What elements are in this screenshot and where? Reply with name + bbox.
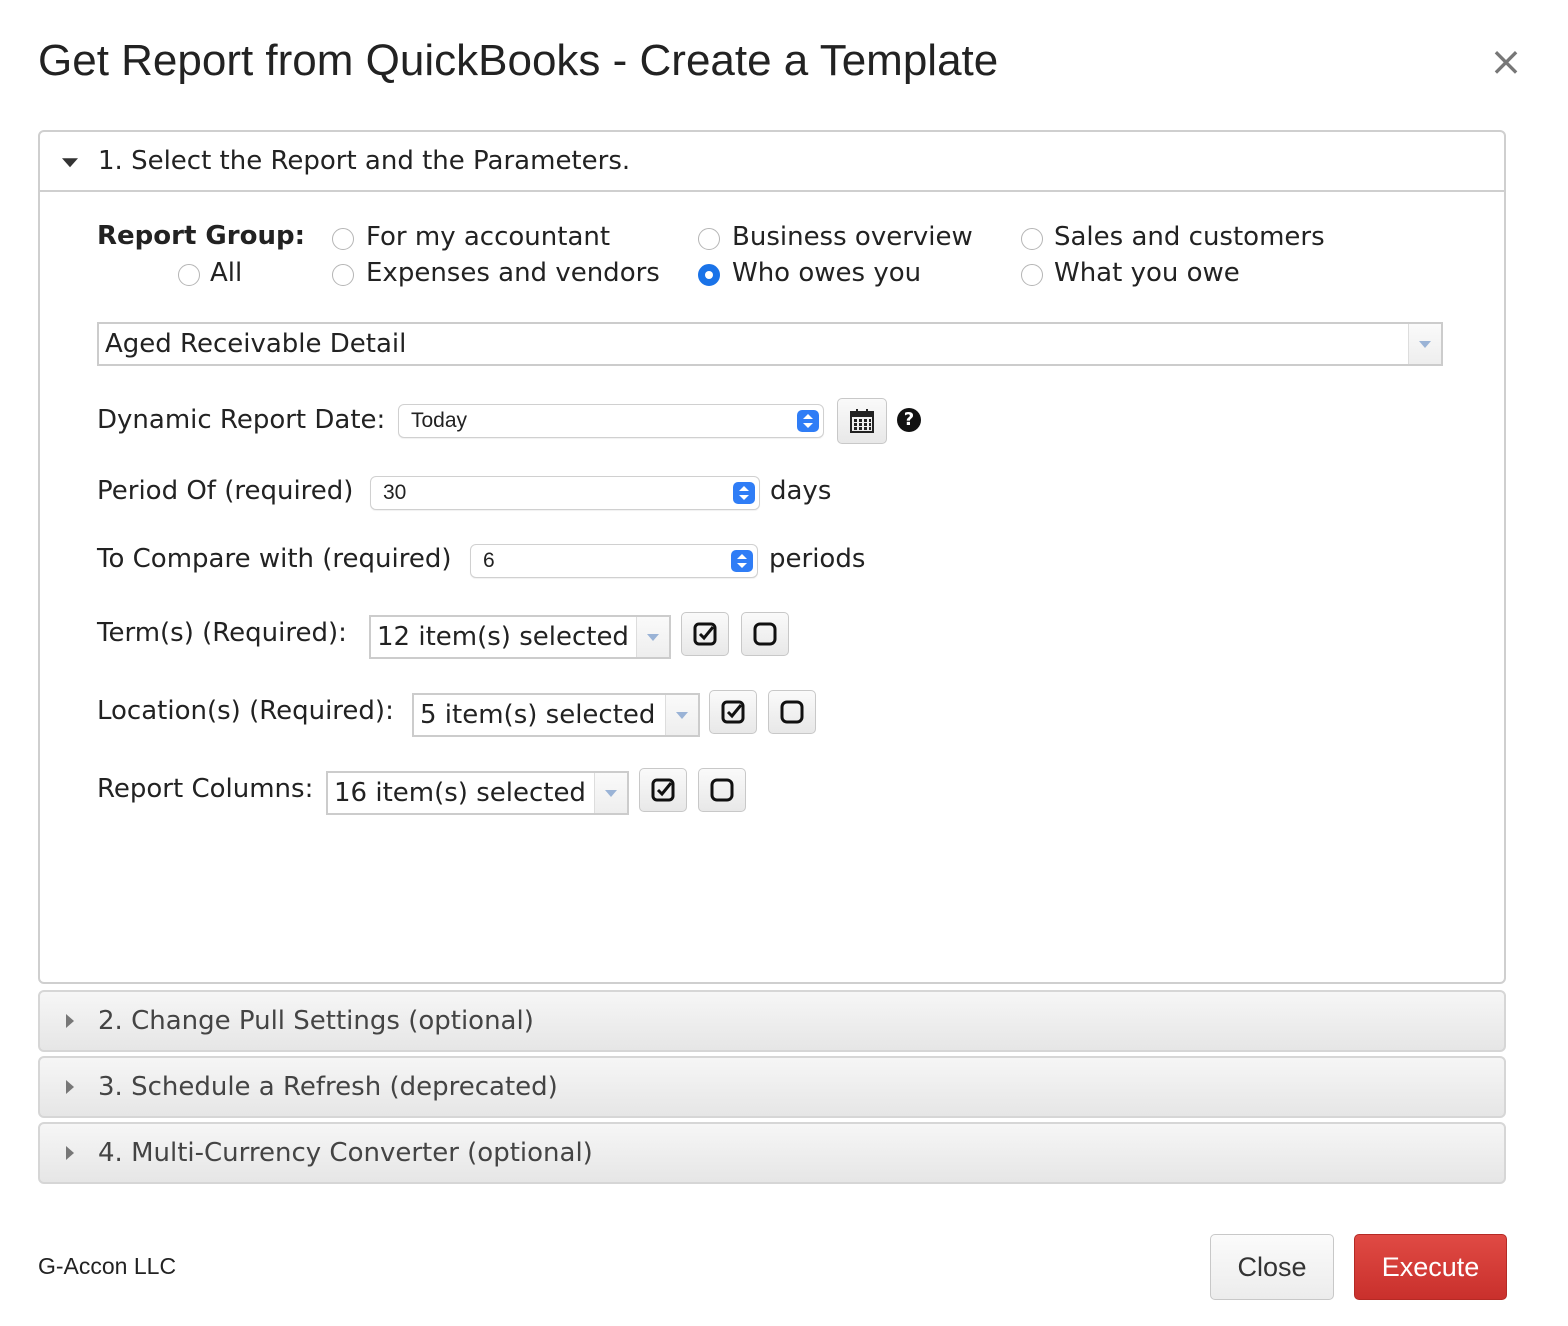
help-icon[interactable]: ? [897,408,921,432]
stepper-arrows-icon [731,550,753,572]
chevron-down-icon[interactable] [1408,324,1441,364]
empty-square-icon [753,622,777,646]
calendar-icon [850,409,874,433]
terms-label: Term(s) (Required): [97,618,347,648]
radio-label-expenses-and-vendors: Expenses and vendors [366,258,660,288]
stepper-arrows-icon [797,410,819,432]
section-2-title: 2. Change Pull Settings (optional) [98,1006,534,1036]
compare-select[interactable]: 6 [470,544,758,578]
radio-sales-and-customers[interactable] [1021,228,1043,250]
empty-square-icon [710,778,734,802]
dynamic-date-value: Today [411,409,468,432]
report-select-value: Aged Receivable Detail [105,329,407,359]
columns-label: Report Columns: [97,774,314,804]
locations-clear-button[interactable] [768,690,816,734]
radio-for-my-accountant[interactable] [332,228,354,250]
dialog-title: Get Report from QuickBooks - Create a Te… [38,36,999,85]
chevron-down-icon[interactable] [594,773,627,813]
section-3-title: 3. Schedule a Refresh (deprecated) [98,1072,558,1102]
columns-select-all-button[interactable] [639,768,687,812]
radio-expenses-and-vendors[interactable] [332,264,354,286]
period-unit: days [770,476,832,506]
section-4-header[interactable]: 4. Multi-Currency Converter (optional) [40,1124,1504,1182]
compare-value: 6 [483,549,495,572]
columns-clear-button[interactable] [698,768,746,812]
section-multi-currency: 4. Multi-Currency Converter (optional) [38,1122,1506,1184]
radio-what-you-owe[interactable] [1021,264,1043,286]
period-value: 30 [383,481,407,504]
columns-multiselect[interactable]: 16 item(s) selected [326,771,629,815]
columns-value: 16 item(s) selected [334,778,586,808]
dynamic-date-select[interactable]: Today [398,404,824,438]
terms-select-all-button[interactable] [681,612,729,656]
section-schedule-refresh: 3. Schedule a Refresh (deprecated) [38,1056,1506,1118]
empty-square-icon [780,700,804,724]
radio-business-overview[interactable] [698,228,720,250]
chevron-down-icon[interactable] [665,695,698,735]
radio-label-all: All [210,258,243,288]
chevron-down-icon[interactable] [636,617,669,657]
triangle-right-icon [66,1080,74,1094]
check-square-icon [693,622,717,646]
compare-label: To Compare with (required) [97,544,452,574]
compare-unit: periods [769,544,866,574]
section-1-title: 1. Select the Report and the Parameters. [98,146,631,176]
calendar-button[interactable] [837,398,887,444]
radio-label-who-owes-you: Who owes you [732,258,922,288]
section-1-header[interactable]: 1. Select the Report and the Parameters. [40,132,1504,192]
section-pull-settings: 2. Change Pull Settings (optional) [38,990,1506,1052]
company-name: G-Accon LLC [38,1253,177,1279]
report-select[interactable]: Aged Receivable Detail [97,322,1443,366]
section-4-title: 4. Multi-Currency Converter (optional) [98,1138,593,1168]
terms-multiselect[interactable]: 12 item(s) selected [369,615,671,659]
radio-label-business-overview: Business overview [732,222,973,252]
terms-value: 12 item(s) selected [377,622,629,652]
section-3-header[interactable]: 3. Schedule a Refresh (deprecated) [40,1058,1504,1116]
period-select[interactable]: 30 [370,476,760,510]
stepper-arrows-icon [733,482,755,504]
section-2-header[interactable]: 2. Change Pull Settings (optional) [40,992,1504,1050]
radio-label-what-you-owe: What you owe [1054,258,1240,288]
radio-all[interactable] [178,264,200,286]
dynamic-date-label: Dynamic Report Date: [97,405,386,435]
triangle-down-icon [62,158,78,168]
check-square-icon [651,778,675,802]
terms-clear-button[interactable] [741,612,789,656]
triangle-right-icon [66,1014,74,1028]
triangle-right-icon [66,1146,74,1160]
locations-select-all-button[interactable] [709,690,757,734]
execute-button[interactable]: Execute [1354,1234,1507,1300]
radio-label-sales-and-customers: Sales and customers [1054,222,1325,252]
close-icon[interactable]: × [1488,42,1524,82]
locations-value: 5 item(s) selected [420,700,656,730]
close-button[interactable]: Close [1210,1234,1334,1300]
radio-who-owes-you[interactable] [698,264,720,286]
locations-label: Location(s) (Required): [97,696,394,726]
radio-label-for-my-accountant: For my accountant [366,222,611,252]
locations-multiselect[interactable]: 5 item(s) selected [412,693,700,737]
check-square-icon [721,700,745,724]
period-label: Period Of (required) [97,476,354,506]
report-group-label: Report Group: [97,221,305,251]
